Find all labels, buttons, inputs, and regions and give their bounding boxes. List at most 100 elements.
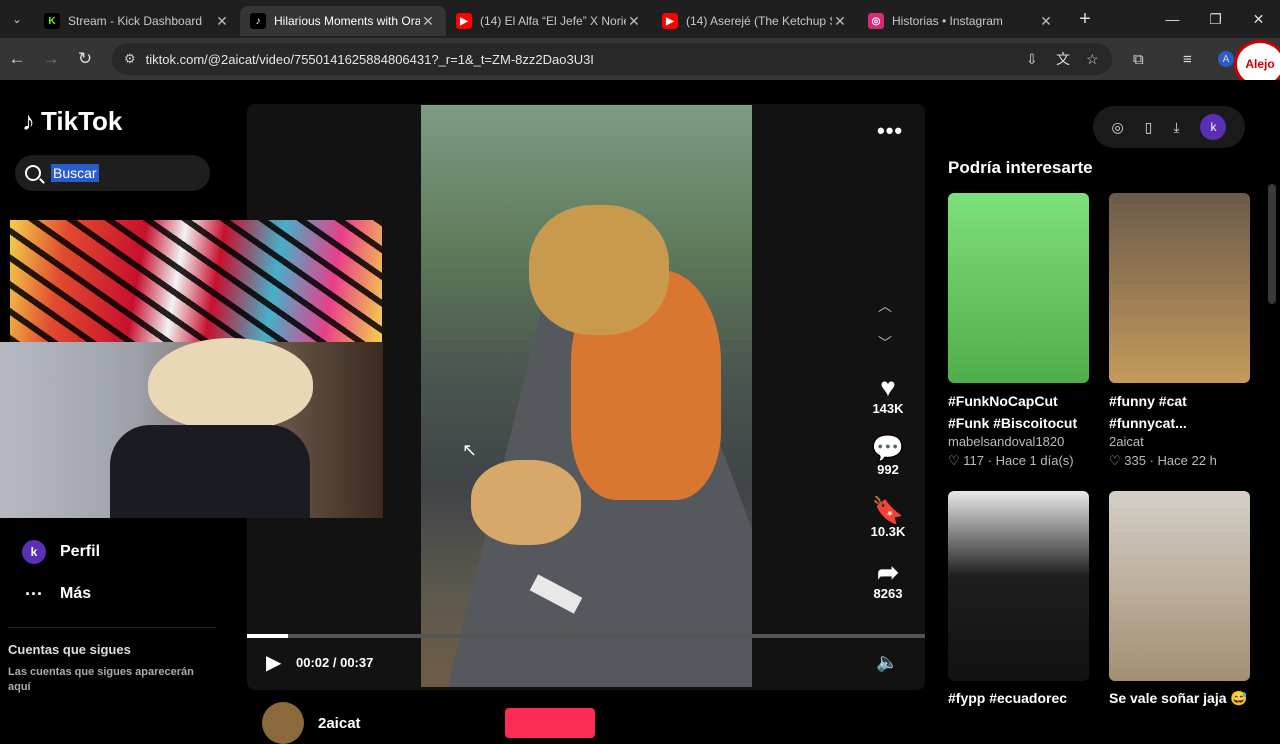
video-thumbnail[interactable] bbox=[1109, 491, 1250, 681]
suggestion-card[interactable] bbox=[948, 491, 1089, 681]
comment-icon: 💬 bbox=[871, 433, 905, 463]
card-user[interactable]: mabelsandoval1820 bbox=[948, 434, 1089, 449]
tab-search-button[interactable]: ⌄ bbox=[0, 0, 34, 38]
like-count: 143K bbox=[872, 401, 904, 416]
play-icon[interactable]: ▶ bbox=[266, 650, 281, 675]
sidebar-item-more[interactable]: ··· Más bbox=[22, 582, 91, 606]
card-likes: 117 bbox=[963, 453, 985, 468]
card-user[interactable]: 2aicat bbox=[1109, 434, 1250, 449]
new-tab-button[interactable]: + bbox=[1070, 8, 1100, 31]
mouse-cursor: ↖ bbox=[462, 440, 478, 460]
maximize-icon[interactable]: ❐ bbox=[1194, 0, 1237, 38]
streamer-webcam-overlay bbox=[0, 220, 383, 518]
kick-icon: K bbox=[44, 13, 60, 29]
back-arrow-icon[interactable]: ← bbox=[0, 49, 34, 69]
card-likes: 335 bbox=[1124, 453, 1146, 468]
bookmark-icon: 🔖 bbox=[871, 495, 905, 525]
tab-youtube-2[interactable]: ▶ (14) Aserejé (The Ketchup So ✕ bbox=[652, 6, 858, 36]
graffiti-banner bbox=[10, 220, 382, 342]
reload-icon[interactable]: ↻ bbox=[68, 49, 102, 69]
user-avatar[interactable]: k bbox=[1200, 114, 1227, 140]
video-thumbnail[interactable] bbox=[948, 193, 1089, 383]
sidebar-item-label: Perfil bbox=[60, 543, 101, 560]
url-field[interactable]: ⚙ tiktok.com/@2aicat/video/7550141625884… bbox=[112, 43, 1112, 75]
card-caption: Se vale soñar jaja 😅 bbox=[1109, 690, 1248, 706]
close-icon[interactable]: ✕ bbox=[1038, 13, 1054, 30]
following-heading: Cuentas que sigues bbox=[8, 642, 131, 657]
page-scrollbar[interactable] bbox=[1268, 184, 1276, 304]
save-button[interactable]: 🔖 10.3K bbox=[865, 496, 911, 539]
compass-icon[interactable]: ◎ bbox=[1111, 119, 1123, 136]
logo-text: TikTok bbox=[41, 106, 123, 136]
streamer-badge-text: Alejo bbox=[1245, 57, 1275, 71]
forward-arrow-icon[interactable]: → bbox=[34, 49, 68, 69]
search-input[interactable]: Buscar bbox=[15, 155, 210, 191]
window-controls: — ❐ ✕ bbox=[1151, 0, 1280, 38]
device-icon[interactable]: ▯ bbox=[1145, 119, 1153, 136]
tiktok-page: ♪ TikTok Buscar k Perfil ··· Más Cuentas… bbox=[0, 80, 1280, 744]
card-age: Hace 1 día(s) bbox=[995, 453, 1074, 468]
tab-title: (14) El Alfa “El Jefe” X Noriel bbox=[480, 14, 626, 28]
tab-kick[interactable]: K Stream - Kick Dashboard ✕ bbox=[34, 6, 240, 36]
tiktok-logo[interactable]: ♪ TikTok bbox=[22, 106, 122, 137]
url-text: tiktok.com/@2aicat/video/755014162588480… bbox=[145, 51, 594, 67]
card-caption: #FunkNoCapCut #Funk #Biscoitocut bbox=[948, 393, 1078, 431]
share-count: 8263 bbox=[873, 586, 903, 601]
download-icon[interactable]: ⤓ bbox=[1173, 119, 1179, 136]
save-count: 10.3K bbox=[870, 524, 906, 539]
share-button[interactable]: ➦ 8263 bbox=[865, 558, 911, 601]
video-player[interactable] bbox=[421, 105, 752, 687]
sidebar-item-profile[interactable]: k Perfil bbox=[22, 540, 100, 564]
tab-title: Historias • Instagram bbox=[892, 14, 1003, 28]
close-window-icon[interactable]: ✕ bbox=[1237, 0, 1280, 38]
install-app-icon[interactable]: ⇩ bbox=[1026, 51, 1038, 68]
sidebar-item-label: Más bbox=[60, 585, 92, 602]
comment-button[interactable]: 💬 992 bbox=[865, 434, 911, 477]
instagram-icon: ◎ bbox=[868, 13, 884, 29]
next-video-icon[interactable]: ﹀ bbox=[878, 333, 892, 353]
close-icon[interactable]: ✕ bbox=[832, 13, 848, 30]
video-progress-fill bbox=[247, 634, 288, 638]
volume-icon[interactable]: 🔈 bbox=[876, 652, 898, 673]
close-icon[interactable]: ✕ bbox=[214, 13, 230, 30]
suggestion-card[interactable]: #funny #cat #funnycat... 2aicat ♡ 335 · … bbox=[1109, 193, 1250, 469]
tiktok-icon: ♪ bbox=[250, 13, 266, 29]
minimize-icon[interactable]: — bbox=[1151, 0, 1194, 38]
suggestion-card[interactable]: #FunkNoCapCut #Funk #Biscoitocut mabelsa… bbox=[948, 193, 1089, 469]
close-icon[interactable]: ✕ bbox=[420, 13, 436, 30]
author-name: 2aicat bbox=[318, 714, 361, 732]
extensions-icon[interactable]: ⧉ bbox=[1133, 38, 1144, 80]
like-button[interactable]: ♥ 143K bbox=[865, 373, 911, 416]
card-meta: ♡ 117 · Hace 1 día(s) bbox=[948, 453, 1074, 468]
video-fallen-cat bbox=[471, 460, 581, 545]
close-icon[interactable]: ✕ bbox=[626, 13, 642, 30]
video-progress-bar[interactable] bbox=[247, 634, 925, 638]
following-text: Las cuentas que sigues aparecerán aquí bbox=[8, 666, 194, 693]
tab-instagram[interactable]: ◎ Historias • Instagram ✕ bbox=[858, 6, 1064, 36]
site-settings-icon[interactable]: ⚙ bbox=[124, 51, 136, 67]
tab-youtube-1[interactable]: ▶ (14) El Alfa “El Jefe” X Noriel ✕ bbox=[446, 6, 652, 36]
suggestions-heading: Podría interesarte bbox=[948, 158, 1093, 177]
media-controls-icon[interactable]: ≡ bbox=[1183, 38, 1192, 80]
bookmark-star-icon[interactable]: ☆ bbox=[1086, 51, 1099, 68]
video-thumbnail[interactable] bbox=[948, 491, 1089, 681]
profile-icon: k bbox=[22, 540, 46, 564]
card-caption: #fypp #ecuadorec bbox=[948, 690, 1068, 706]
more-options-icon[interactable]: ••• bbox=[877, 118, 903, 144]
tab-title: (14) Aserejé (The Ketchup So bbox=[686, 14, 832, 28]
webcam-person bbox=[110, 425, 310, 518]
author-avatar bbox=[262, 702, 304, 744]
previous-video-icon[interactable]: ︿ bbox=[878, 296, 892, 316]
tab-title: Stream - Kick Dashboard bbox=[68, 14, 203, 28]
translate-icon[interactable]: 文 bbox=[1056, 49, 1070, 69]
profile-avatar[interactable]: A bbox=[1218, 38, 1234, 80]
suggestion-card[interactable] bbox=[1109, 491, 1250, 681]
tab-tiktok[interactable]: ♪ Hilarious Moments with Ora ✕ bbox=[240, 6, 446, 36]
youtube-icon: ▶ bbox=[456, 13, 472, 29]
search-icon bbox=[25, 165, 41, 181]
follow-button[interactable] bbox=[505, 708, 595, 738]
profile-initial: A bbox=[1218, 51, 1234, 67]
video-author[interactable]: 2aicat bbox=[262, 702, 361, 744]
card-caption: #funny #cat #funnycat... bbox=[1109, 393, 1187, 431]
video-thumbnail[interactable] bbox=[1109, 193, 1250, 383]
